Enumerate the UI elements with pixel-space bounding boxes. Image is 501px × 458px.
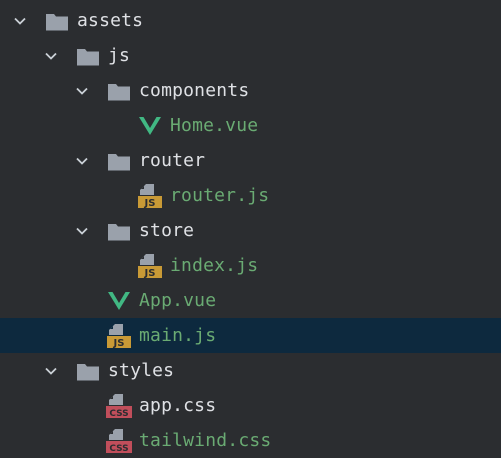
folder-icon — [106, 143, 132, 178]
js-badge-text: JS — [113, 338, 125, 349]
chevron-down-icon[interactable] — [10, 3, 30, 38]
js-badge-text: JS — [144, 268, 156, 279]
folder-icon — [106, 213, 132, 248]
tree-item-main-js[interactable]: JS main.js — [0, 318, 501, 353]
folder-icon — [44, 3, 70, 38]
tree-item-assets[interactable]: assets — [0, 3, 501, 38]
tree-item-components[interactable]: components — [0, 73, 501, 108]
tree-item-label: js — [108, 45, 131, 66]
folder-icon — [75, 38, 101, 73]
tree-item-label: main.js — [139, 325, 217, 346]
css-badge-text: CSS — [109, 444, 128, 454]
chevron-down-icon[interactable] — [72, 73, 92, 108]
tree-item-label: router.js — [170, 185, 270, 206]
chevron-down-icon[interactable] — [41, 353, 61, 388]
js-file-icon: JS — [137, 248, 163, 283]
tree-item-tailwind-css[interactable]: CSS tailwind.css — [0, 423, 501, 458]
tree-item-label: components — [139, 80, 250, 101]
js-file-icon: JS — [106, 318, 132, 353]
tree-item-store[interactable]: store — [0, 213, 501, 248]
folder-icon — [75, 353, 101, 388]
tree-item-label: index.js — [170, 255, 259, 276]
tree-item-home-vue[interactable]: Home.vue — [0, 108, 501, 143]
project-tree: assets js components Home.vue router JS … — [0, 0, 501, 458]
tree-item-app-css[interactable]: CSS app.css — [0, 388, 501, 423]
chevron-down-icon[interactable] — [72, 213, 92, 248]
css-badge-text: CSS — [109, 409, 128, 419]
css-file-icon: CSS — [106, 423, 132, 458]
tree-item-label: store — [139, 220, 195, 241]
tree-item-index-js[interactable]: JS index.js — [0, 248, 501, 283]
vue-file-icon — [137, 108, 163, 143]
tree-item-app-vue[interactable]: App.vue — [0, 283, 501, 318]
tree-item-router[interactable]: router — [0, 143, 501, 178]
tree-item-label: Home.vue — [170, 115, 259, 136]
tree-item-label: assets — [77, 10, 144, 31]
tree-item-router-js[interactable]: JS router.js — [0, 178, 501, 213]
vue-file-icon — [106, 283, 132, 318]
tree-item-label: app.css — [139, 395, 217, 416]
js-file-icon: JS — [137, 178, 163, 213]
tree-item-styles[interactable]: styles — [0, 353, 501, 388]
tree-item-label: styles — [108, 360, 175, 381]
tree-item-label: App.vue — [139, 290, 217, 311]
folder-icon — [106, 73, 132, 108]
chevron-down-icon[interactable] — [41, 38, 61, 73]
tree-item-label: router — [139, 150, 206, 171]
js-badge-text: JS — [144, 198, 156, 209]
chevron-down-icon[interactable] — [72, 143, 92, 178]
css-file-icon: CSS — [106, 388, 132, 423]
tree-item-label: tailwind.css — [139, 430, 272, 451]
tree-item-js[interactable]: js — [0, 38, 501, 73]
